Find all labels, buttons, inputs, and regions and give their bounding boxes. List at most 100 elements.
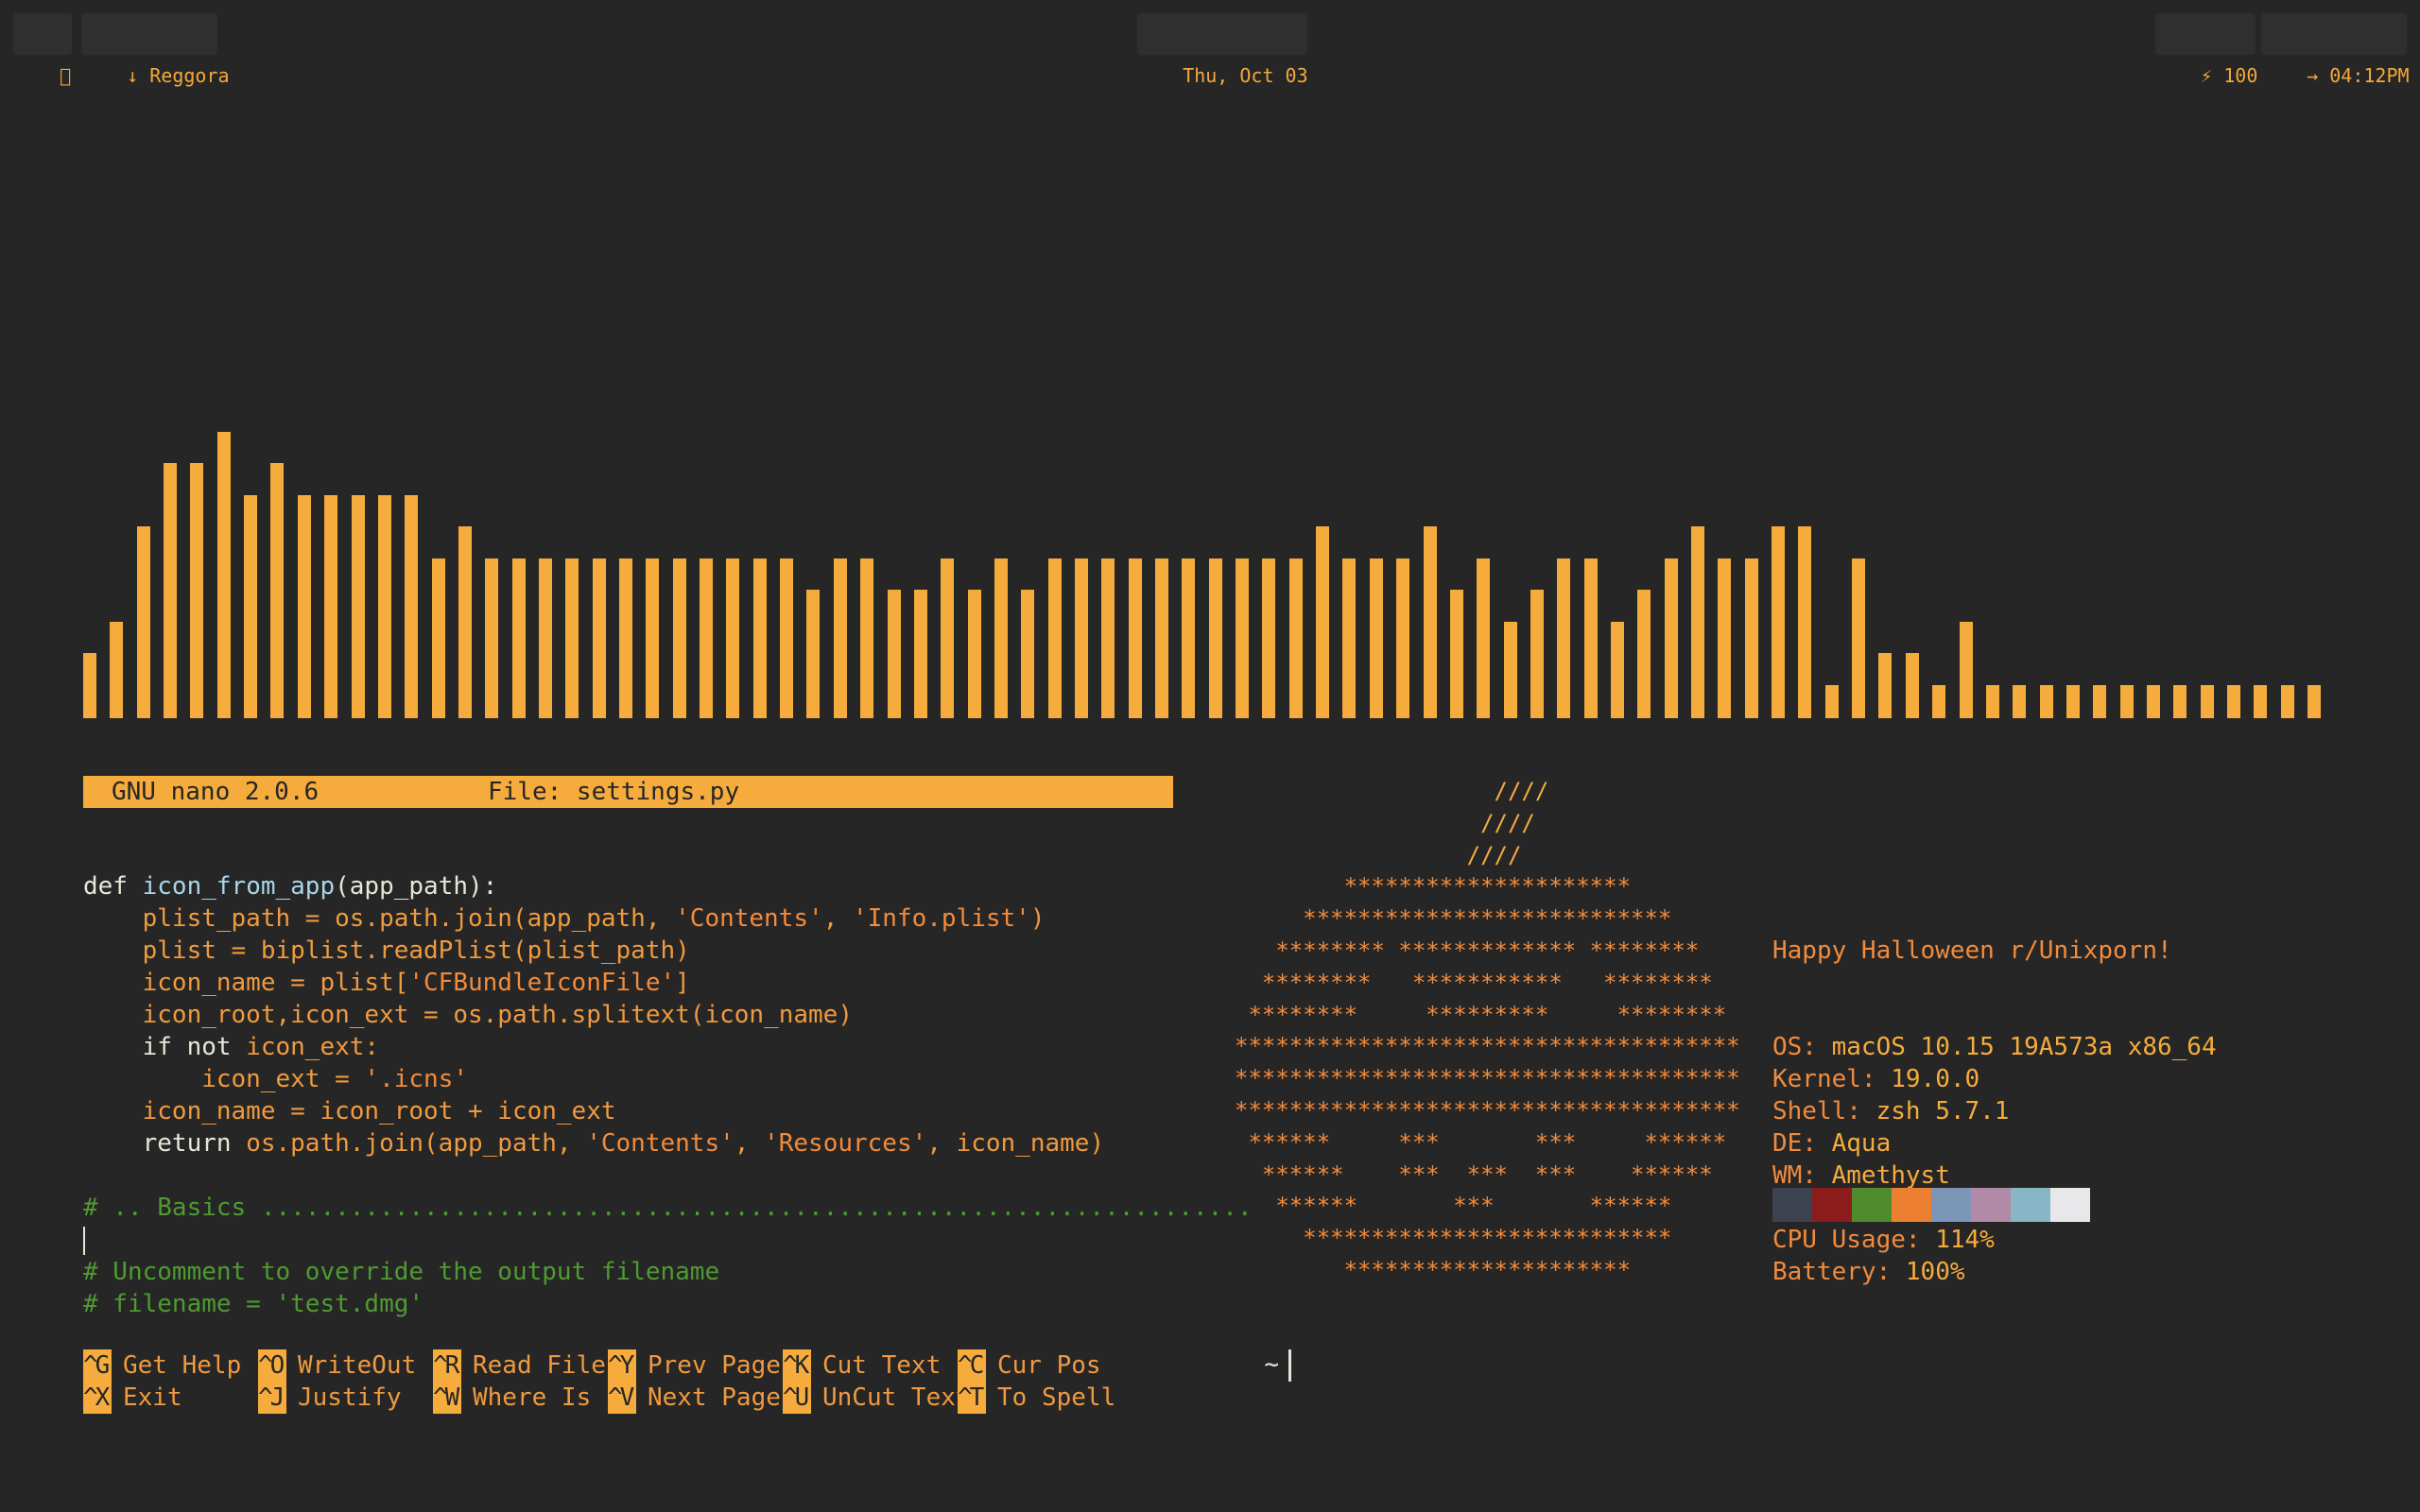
visualizer-bar [1718,558,1732,718]
code-token: , [734,1129,765,1158]
pumpkin-body-line: ******** *********** ******** [1235,969,1713,996]
sysinfo-value: zsh 5.7.1 [1860,1097,2010,1125]
visualizer-bar [1182,558,1196,718]
visualizer-bar [565,558,579,718]
visualizer-bar [1772,526,1786,718]
visualizer-bar [377,494,391,718]
shortcut-label: Get Help [123,1351,242,1380]
date-display[interactable]: Thu, Oct 03 [1137,13,1308,87]
shortcut-item[interactable]: ^J Justify [258,1382,402,1414]
code-line: icon_name = icon_root + icon_ext [83,1095,1253,1127]
shortcut-item[interactable]: ^K Cut Text [783,1349,941,1382]
palette-swatch [1812,1188,1852,1222]
code-token: # filename = 'test.dmg' [83,1290,424,1318]
visualizer-bar [1959,621,1973,718]
menu-bar:  ↓ Reggora Thu, Oct 03 ⚡ 100 → 04:12PM [0,13,2420,87]
visualizer-bar [1047,558,1062,718]
visualizer-bar [1557,558,1571,718]
shortcut-label: Cur Pos [997,1351,1101,1380]
shortcut-item[interactable]: ^X Exit [83,1382,182,1414]
shortcut-key: ^G [83,1349,112,1382]
sysinfo-key: OS: [1772,1033,1817,1061]
visualizer-bar [2308,684,2322,718]
visualizer-bar [2066,684,2080,718]
visualizer-bar [1128,558,1142,718]
shortcut-label: Exit [123,1383,182,1412]
code-line: # filename = 'test.dmg' [83,1288,1253,1320]
shortcut-item[interactable]: ^G Get Help [83,1349,241,1382]
shell-prompt[interactable]: ~ [1235,1316,1291,1382]
palette-swatch [2050,1188,2090,1222]
shortcut-key: ^V [608,1382,636,1414]
code-token: 'Contents' [675,904,823,933]
code-token: 'Contents' [586,1129,735,1158]
visualizer-bar [431,558,445,718]
code-token: def [83,872,143,901]
shortcut-item[interactable]: ^V Next Page [608,1382,781,1414]
sysinfo-value: Aqua [1816,1129,1892,1158]
sysinfo-row: Shell: zsh 5.7.1 [1772,1095,2217,1127]
code-token: icon_ext: [246,1033,380,1061]
code-token: ) [1029,904,1046,933]
sysinfo-row: WM: Amethyst [1772,1160,2217,1192]
apple-menu-button[interactable]:  [13,13,72,87]
palette-swatch [1892,1188,1931,1222]
nano-editor-buffer[interactable]: def icon_from_app(app_path): plist_path … [83,870,1253,1320]
visualizer-bar [1155,558,1168,718]
shortcut-item[interactable]: ^O WriteOut [258,1349,416,1382]
visualizer-bar [700,558,714,718]
visualizer-bar [646,558,660,718]
pumpkin-body-line: ****** *** *** *** ****** [1235,1160,1713,1188]
visualizer-bar [726,558,740,718]
visualizer-bar [297,494,311,718]
visualizer-bar [2039,684,2053,718]
shortcut-item[interactable]: ^Y Prev Page [608,1349,781,1382]
code-line: if not icon_ext: [83,1031,1253,1063]
sysinfo-key: CPU Usage: [1772,1226,1921,1254]
sysinfo-key: WM: [1772,1161,1817,1190]
code-line: icon_name = plist['CFBundleIconFile'] [83,967,1253,999]
sysinfo-value: 100% [1891,1258,1965,1286]
visualizer-bar [1396,558,1410,718]
code-line: def icon_from_app(app_path): [83,870,1253,902]
shortcut-item[interactable]: ^W Where Is [433,1382,591,1414]
code-line: icon_ext = '.icns' [83,1063,1253,1095]
active-app-indicator[interactable]: ↓ Reggora [81,13,230,87]
visualizer-bar [1985,684,1999,718]
visualizer-bar [1530,590,1544,718]
greeting-text: Happy Halloween r/Unixporn! [1772,936,2172,965]
audio-visualizer [83,406,2322,718]
code-token: icon_name = icon_root + icon_ext [83,1097,616,1125]
sysinfo-row: DE: Aqua [1772,1127,2217,1160]
visualizer-bar [1369,558,1383,718]
pumpkin-body-line: *************************** [1235,1225,1672,1252]
visualizer-bar [967,590,981,718]
shortcut-item[interactable]: ^C Cur Pos [958,1349,1101,1382]
visualizer-bar [1477,558,1491,718]
visualizer-bar [806,590,821,718]
shortcut-label: Prev Page [648,1351,781,1380]
pumpkin-stem-line: //// [1235,841,1522,868]
active-app-label: ↓ Reggora [127,64,230,87]
shortcut-label: To Spell [997,1383,1116,1412]
battery-indicator[interactable]: ⚡ 100 [2155,13,2257,87]
pumpkin-body-line: ************************************* [1235,1096,1740,1124]
shortcut-item[interactable]: ^T To Spell [958,1382,1115,1414]
visualizer-bar [913,590,927,718]
clock-display[interactable]: → 04:12PM [2261,13,2410,87]
code-line: # .. Basics ............................… [83,1192,1253,1224]
sysinfo-key: Shell: [1772,1097,1861,1125]
code-line: plist = biplist.readPlist(plist_path) [83,935,1253,967]
shortcut-key: ^U [783,1382,811,1414]
code-token: 'Info.plist' [853,904,1030,933]
visualizer-bar [619,558,632,718]
shortcut-item[interactable]: ^U UnCut Text [783,1382,971,1414]
pumpkin-body-line: ****** *** *** ****** [1235,1128,1727,1156]
shortcut-key: ^K [783,1349,811,1382]
shortcut-item[interactable]: ^R Read File [433,1349,606,1382]
visualizer-bar [2280,684,2294,718]
code-token: plist_path = os.path.join(app_path, [83,904,676,933]
pumpkin-body-line: ************************************* [1235,1065,1740,1092]
code-token: plist = biplist.readPlist(plist_path) [83,936,690,965]
pumpkin-ascii-art: //// //// //// ********************* ***… [1235,776,1740,1287]
